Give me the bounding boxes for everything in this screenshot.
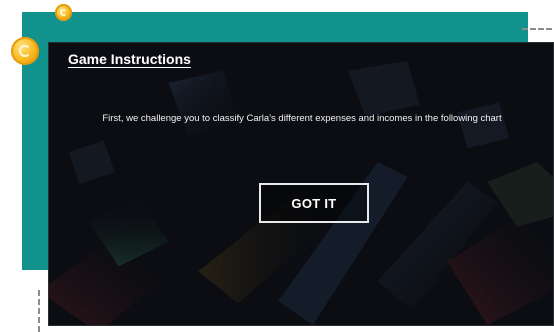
coin-icon [55, 4, 72, 21]
dialog-title: Game Instructions [68, 51, 191, 67]
instructions-dialog: Game Instructions First, we challenge yo… [48, 42, 554, 326]
dashed-guide-line [522, 28, 552, 30]
dashed-guide-line [38, 290, 40, 332]
coin-icon [11, 37, 39, 65]
got-it-button[interactable]: GOT IT [259, 183, 369, 223]
game-stage: Game Instructions First, we challenge yo… [0, 0, 554, 332]
dialog-message: First, we challenge you to classify Carl… [102, 113, 502, 124]
